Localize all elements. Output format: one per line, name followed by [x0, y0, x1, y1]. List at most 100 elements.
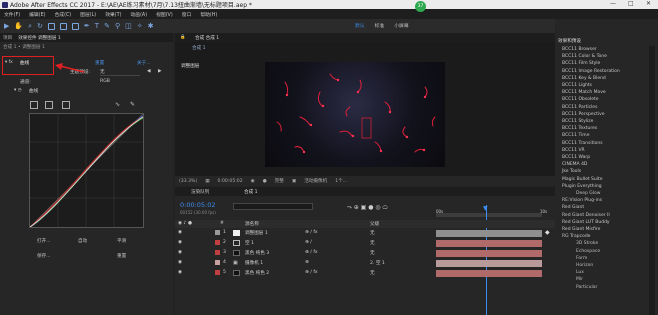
effect-category[interactable]: BCC11 Stylize — [562, 119, 593, 124]
lock-icon[interactable]: 🔒 — [180, 35, 185, 40]
region-icon[interactable]: ▣ — [292, 179, 296, 184]
effect-category[interactable]: Red Giant Denoiser II — [562, 213, 610, 218]
bezier-tool-icon[interactable]: ∿ — [115, 101, 120, 108]
auto-button[interactable]: 自动 — [78, 238, 87, 244]
rectangle-tool-icon[interactable] — [71, 22, 79, 30]
menu-window[interactable]: 窗口 — [182, 11, 192, 18]
layer-row[interactable]: ◉ 2 空 1 ⊕ ∕ 无 — [175, 239, 430, 248]
pan-behind-tool-icon[interactable] — [59, 22, 67, 30]
layer-duration-bar[interactable] — [436, 260, 542, 267]
effect-preset-item[interactable]: Horizon — [576, 263, 593, 268]
curve-mode-icon[interactable] — [30, 101, 38, 109]
stamp-tool-icon[interactable]: ⚲ — [115, 22, 120, 30]
tab-render-queue[interactable]: 渲染队列 — [191, 189, 209, 195]
effect-category[interactable]: BCC11 Browser — [562, 47, 597, 52]
parent-dropdown[interactable]: 无 — [370, 240, 375, 246]
layer-name[interactable]: 调整图层 1 — [245, 230, 268, 236]
preset-dropdown[interactable]: 无 — [100, 69, 140, 76]
layer-duration-bar[interactable] — [436, 240, 542, 247]
effect-category[interactable]: BCC11 Match Move — [562, 90, 606, 95]
effect-category[interactable]: BCC11 Obsolete — [562, 97, 599, 102]
layer-switches-icon[interactable]: ⊕ — [305, 260, 309, 265]
menu-effect[interactable]: 效果(T) — [105, 11, 121, 18]
effect-preset-item[interactable]: Echospace — [576, 249, 600, 254]
layer-row[interactable]: ◉ 5 黑色 纯色 2 ⊕ ∕ fx 无 — [175, 269, 430, 278]
channel-icon[interactable]: ● — [263, 179, 267, 184]
save-button[interactable]: 保存... — [37, 253, 51, 259]
next-preset-icon[interactable]: ▶ — [158, 69, 162, 74]
effect-category[interactable]: BCC11 Perspective — [562, 112, 605, 117]
effects-scrollbar[interactable] — [649, 46, 655, 315]
effect-preset-item[interactable]: Particular — [576, 285, 597, 290]
label-color-swatch[interactable] — [215, 230, 220, 235]
effect-category[interactable]: BCC11 Color & Tone — [562, 54, 607, 59]
layer-switches-icon[interactable]: ⊕ ∕ fx — [305, 250, 318, 255]
label-color-swatch[interactable] — [215, 250, 220, 255]
effect-category[interactable]: BCC11 Image Restoration — [562, 69, 620, 74]
camera-dropdown[interactable]: 活动摄像机 — [304, 178, 327, 184]
tab-project[interactable]: 项目 — [3, 35, 12, 41]
roto-tool-icon[interactable]: ✧ — [137, 22, 143, 30]
visibility-icon[interactable]: ◉ — [178, 230, 182, 235]
tab-effect-controls[interactable]: 效果控件 调整图层 1 — [18, 35, 61, 41]
curves-stopwatch-icon[interactable]: ▾ ◷ — [14, 88, 22, 93]
snapshot-icon[interactable]: ◉ — [251, 179, 255, 184]
effect-preset-item[interactable]: 3D Stroke — [576, 241, 598, 246]
layer-name[interactable]: 黑色 纯色 2 — [245, 270, 269, 276]
layer-row[interactable]: ◉ 4 ▣ 摄像机 1 ⊕ 2. 空 1 — [175, 259, 430, 268]
menu-file[interactable]: 文件(F) — [4, 11, 20, 18]
visibility-icon[interactable]: ◉ — [178, 240, 182, 245]
layer-duration-bar[interactable] — [436, 250, 542, 257]
effect-category[interactable]: BCC11 Time — [562, 133, 589, 138]
quality-dropdown[interactable]: 完整 — [275, 178, 284, 184]
reset-curve-button[interactable]: 重置 — [117, 253, 126, 259]
menu-view[interactable]: 视图(V) — [156, 11, 173, 18]
effect-category[interactable]: BCC11 Textures — [562, 126, 597, 131]
source-name-header[interactable]: 源名称 — [245, 221, 259, 227]
maximize-button[interactable]: □ — [628, 0, 634, 7]
effect-category[interactable]: Magic Bullet Suite — [562, 177, 603, 182]
effect-category[interactable]: BCC11 VR — [562, 148, 585, 153]
effect-category[interactable]: RE:Vision Plug-ins — [562, 198, 602, 203]
timeline-timecode[interactable]: 0:00:05:02 — [180, 201, 216, 209]
timeline-search-input[interactable] — [233, 203, 313, 210]
effect-category[interactable]: BCC11 Film Style — [562, 61, 600, 66]
visibility-icon[interactable]: ◉ — [178, 250, 182, 255]
menu-layer[interactable]: 图层(L) — [80, 11, 96, 18]
workspace-small-screen[interactable]: 小屏幕 — [394, 22, 408, 29]
effect-category[interactable]: Jke Tools — [562, 169, 581, 174]
curve-size-icon[interactable] — [45, 101, 53, 109]
visibility-icon[interactable]: ◉ — [178, 260, 182, 265]
effect-preset-item[interactable]: Deep Glow — [576, 191, 600, 196]
effect-category[interactable]: RG Trapcode — [562, 234, 590, 239]
layer-duration-bar[interactable] — [436, 230, 542, 237]
grid-icon[interactable]: ▦ — [205, 179, 209, 184]
curves-graph[interactable] — [29, 113, 144, 228]
close-button[interactable]: ✕ — [646, 0, 651, 7]
effect-category[interactable]: BCC11 Transitions — [562, 141, 603, 146]
menu-composition[interactable]: 合成(C) — [54, 11, 71, 18]
reset-link[interactable]: 重置 — [95, 60, 104, 66]
label-color-swatch[interactable] — [215, 240, 220, 245]
workspace-default[interactable]: 默认 — [355, 22, 365, 29]
parent-dropdown[interactable]: 无 — [370, 230, 375, 236]
about-link[interactable]: 关于... — [137, 60, 151, 66]
effect-preset-item[interactable]: Lux — [576, 270, 584, 275]
zoom-tool-icon[interactable]: ⌕ — [28, 22, 32, 31]
layer-switches-icon[interactable]: ⊕ ∕ fx — [305, 230, 318, 235]
current-time-display[interactable]: 0:00:05:02 — [218, 179, 243, 184]
time-ruler[interactable] — [436, 213, 542, 217]
curve-fit-icon[interactable] — [62, 101, 70, 109]
notification-badge[interactable]: 37 — [415, 1, 426, 12]
comp-subtab[interactable]: 合成 1 — [192, 45, 206, 51]
camera-tool-icon[interactable] — [47, 22, 55, 30]
parent-dropdown[interactable]: 无 — [370, 250, 375, 256]
layer-duration-bar[interactable] — [436, 270, 542, 277]
menu-edit[interactable]: 编辑(E) — [29, 11, 45, 18]
prev-preset-icon[interactable]: ◀ — [147, 69, 151, 74]
tab-composition[interactable]: 合成 合成 1 — [195, 35, 219, 41]
effect-category[interactable]: BCC11 Key & Blend — [562, 76, 606, 81]
label-color-swatch[interactable] — [215, 270, 220, 275]
effect-preset-item[interactable]: Form — [576, 256, 587, 261]
effect-category[interactable]: Red Giant LUT Buddy — [562, 220, 610, 225]
